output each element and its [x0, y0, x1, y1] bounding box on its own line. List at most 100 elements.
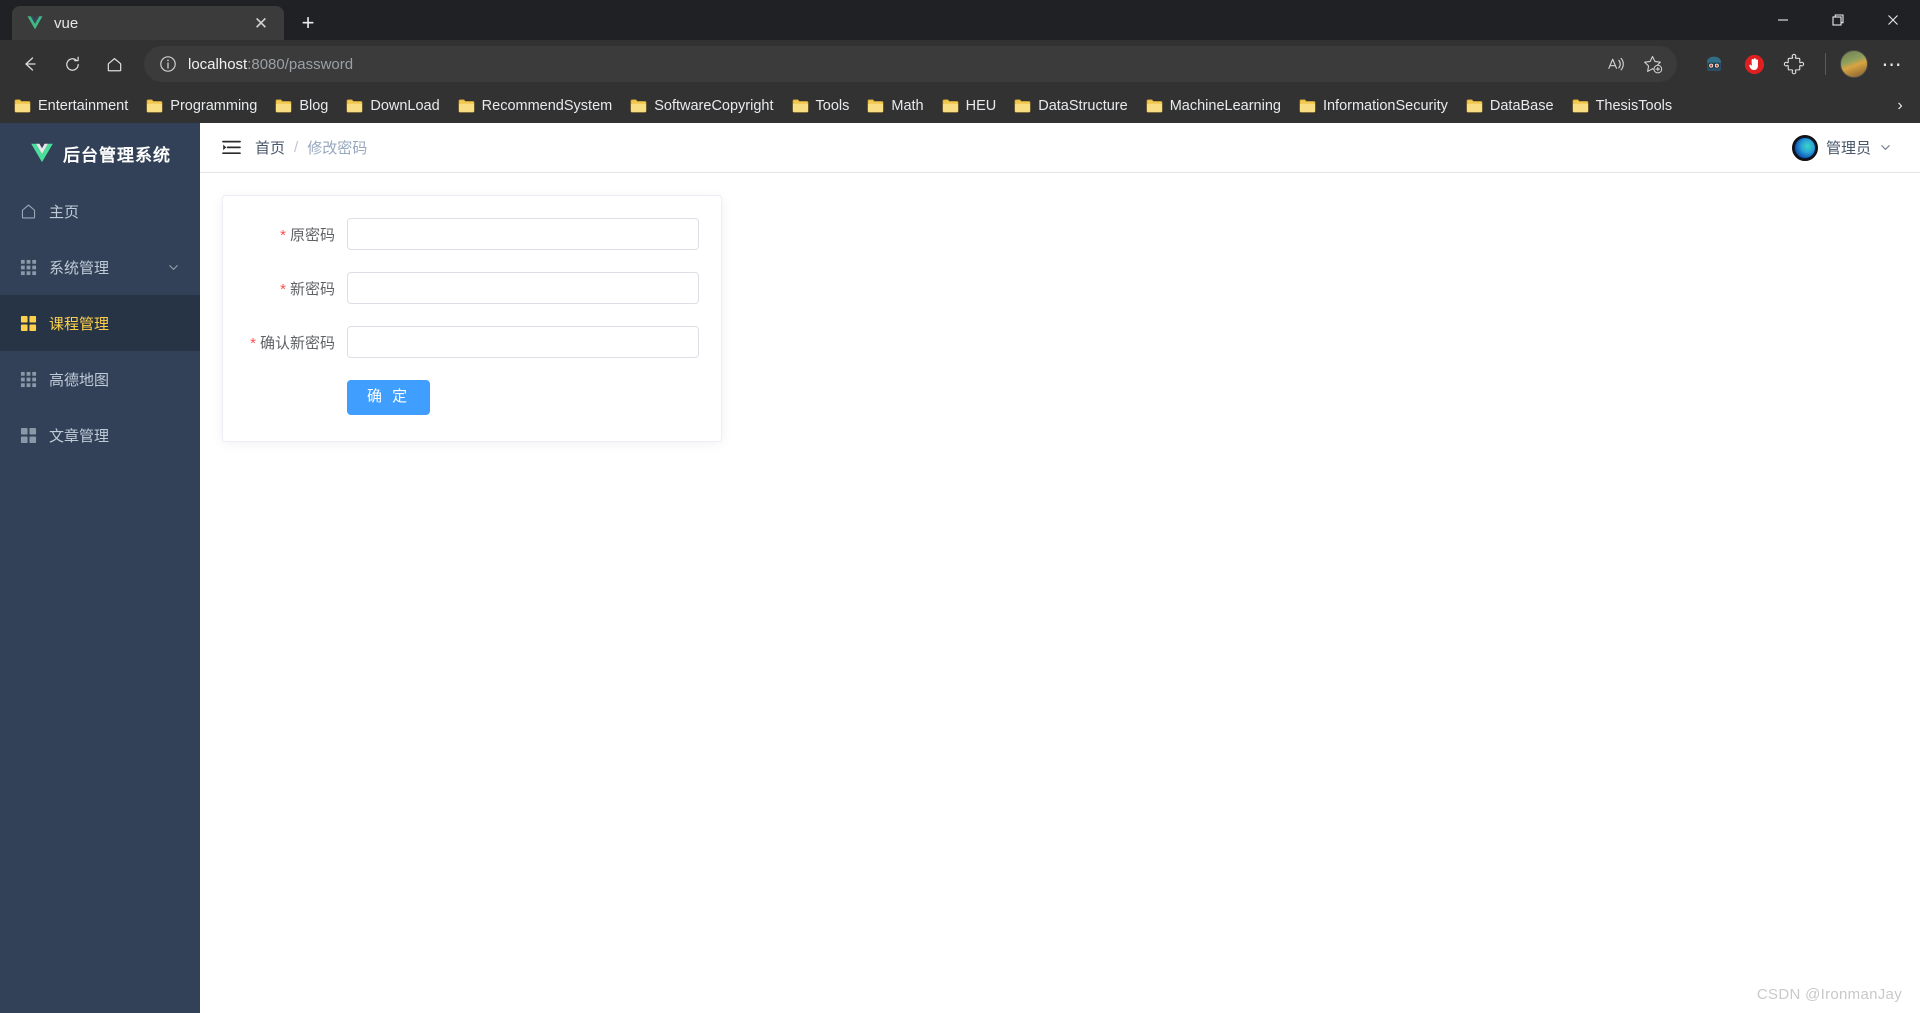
- refresh-icon[interactable]: [52, 46, 92, 82]
- restore-icon[interactable]: [1810, 0, 1865, 40]
- label-text: 确认新密码: [259, 334, 335, 352]
- sidebar-item-course-management[interactable]: 课程管理: [0, 295, 200, 351]
- browser-window: vue ✕ + localhost:8080/password ⋯ Entert…: [0, 0, 1920, 1013]
- toolbar-divider: [1825, 53, 1826, 75]
- folder-icon: [942, 98, 959, 113]
- home-outline-icon: [20, 203, 37, 220]
- extensions-puzzle-icon[interactable]: [1777, 47, 1811, 81]
- bookmark-item[interactable]: Tools: [784, 94, 858, 118]
- bookmark-item[interactable]: MachineLearning: [1138, 94, 1289, 118]
- minimize-icon[interactable]: [1755, 0, 1810, 40]
- sidebar-item-article-management[interactable]: 文章管理: [0, 407, 200, 463]
- new-tab-button[interactable]: +: [290, 6, 326, 40]
- field-label-new-password: * 新密码: [245, 278, 347, 299]
- folder-icon: [1572, 98, 1589, 113]
- bookmark-label: ThesisTools: [1595, 97, 1673, 114]
- sidebar-brand[interactable]: 后台管理系统: [0, 123, 200, 183]
- vue-logo-icon: [29, 142, 55, 164]
- home-icon[interactable]: [94, 46, 134, 82]
- bookmark-item[interactable]: Programming: [138, 94, 265, 118]
- bookmark-item[interactable]: InformationSecurity: [1291, 94, 1456, 118]
- folder-icon: [1466, 98, 1483, 113]
- brand-title: 后台管理系统: [63, 145, 171, 165]
- settings-more-icon[interactable]: ⋯: [1874, 47, 1910, 81]
- topbar: 首页 / 修改密码 管理员: [200, 123, 1920, 173]
- bookmark-item[interactable]: RecommendSystem: [450, 94, 621, 118]
- sidebar: 后台管理系统 主页 系统管理 课程管理 高德地图 文章管理: [0, 123, 200, 1013]
- bookmark-label: Math: [891, 97, 924, 114]
- old-password-input[interactable]: [347, 218, 699, 250]
- close-window-icon[interactable]: [1865, 0, 1920, 40]
- bookmarks-bar: Entertainment Programming Blog DownLoad …: [0, 88, 1920, 123]
- url-host: localhost: [188, 55, 248, 73]
- bookmark-label: Blog: [299, 97, 329, 114]
- bookmark-item[interactable]: DownLoad: [338, 94, 447, 118]
- close-icon[interactable]: ✕: [248, 10, 274, 36]
- new-password-input[interactable]: [347, 272, 699, 304]
- url-path: :8080/password: [247, 55, 354, 73]
- bookmark-item[interactable]: Math: [859, 94, 931, 118]
- label-text: 新密码: [289, 280, 335, 298]
- submit-button[interactable]: 确 定: [347, 380, 431, 415]
- back-arrow-icon[interactable]: [10, 46, 50, 82]
- sidebar-item-system-management[interactable]: 系统管理: [0, 239, 200, 295]
- folder-icon: [275, 98, 292, 113]
- user-name: 管理员: [1825, 140, 1871, 157]
- page-body: * 原密码 * 新密码 * 确认新密码 确 定 CSDN @IronmanJay: [200, 173, 1920, 1013]
- bookmark-item[interactable]: ThesisTools: [1564, 94, 1681, 118]
- adblock-stop-icon[interactable]: [1737, 47, 1771, 81]
- read-aloud-icon[interactable]: [1599, 47, 1633, 81]
- extension-character-icon[interactable]: [1697, 47, 1731, 81]
- folder-icon: [792, 98, 809, 113]
- breadcrumb: 首页 / 修改密码: [255, 137, 367, 158]
- watermark: CSDN @IronmanJay: [1756, 986, 1902, 1003]
- bookmark-item[interactable]: DataStructure: [1006, 94, 1135, 118]
- app-container: 后台管理系统 主页 系统管理 课程管理 高德地图 文章管理 首页 / 修改密码 …: [0, 123, 1920, 1013]
- required-asterisk: *: [250, 334, 256, 352]
- profile-avatar-icon[interactable]: [1840, 50, 1868, 78]
- folder-icon: [1299, 98, 1316, 113]
- breadcrumb-current: 修改密码: [307, 140, 368, 157]
- bookmarks-overflow-icon[interactable]: ›: [1884, 88, 1916, 123]
- form-row-new-password: * 新密码: [245, 272, 699, 304]
- label-text: 原密码: [289, 226, 335, 244]
- required-asterisk: *: [280, 226, 286, 244]
- hamburger-icon[interactable]: [222, 140, 241, 155]
- url-text[interactable]: localhost:8080/password: [188, 56, 1589, 73]
- browser-titlebar: vue ✕ +: [0, 0, 1920, 40]
- address-bar[interactable]: localhost:8080/password: [144, 46, 1677, 82]
- bookmark-item[interactable]: Blog: [267, 94, 336, 118]
- field-label-confirm-password: * 确认新密码: [245, 332, 347, 353]
- window-controls: [1755, 0, 1920, 40]
- chevron-down-icon[interactable]: [1879, 141, 1892, 154]
- breadcrumb-separator: /: [294, 139, 299, 156]
- add-favorite-icon[interactable]: [1635, 47, 1669, 81]
- confirm-password-input[interactable]: [347, 326, 699, 358]
- bookmark-label: HEU: [965, 97, 997, 114]
- bookmark-item[interactable]: DataBase: [1458, 94, 1562, 118]
- four-squares-icon: [20, 427, 37, 444]
- bookmark-label: InformationSecurity: [1322, 97, 1448, 114]
- info-circle-icon[interactable]: [158, 54, 178, 74]
- grid-icon: [20, 259, 37, 276]
- browser-tab[interactable]: vue ✕: [12, 6, 284, 40]
- bookmark-item[interactable]: Entertainment: [6, 94, 136, 118]
- bookmark-item[interactable]: HEU: [934, 94, 1005, 118]
- bookmark-label: DownLoad: [370, 97, 440, 114]
- chevron-down-icon[interactable]: [167, 261, 180, 274]
- bookmark-item[interactable]: SoftwareCopyright: [622, 94, 781, 118]
- folder-icon: [1146, 98, 1163, 113]
- folder-icon: [346, 98, 363, 113]
- breadcrumb-home[interactable]: 首页: [255, 137, 285, 158]
- user-menu[interactable]: 管理员: [1791, 134, 1898, 161]
- sidebar-item-home[interactable]: 主页: [0, 183, 200, 239]
- folder-icon: [14, 98, 31, 113]
- sidebar-menu: 主页 系统管理 课程管理 高德地图 文章管理: [0, 183, 200, 463]
- form-actions: 确 定: [245, 380, 699, 415]
- bookmark-label: Tools: [815, 97, 850, 114]
- bookmark-label: DataBase: [1489, 97, 1554, 114]
- bookmark-label: SoftwareCopyright: [654, 97, 774, 114]
- bookmark-label: Entertainment: [38, 97, 129, 114]
- sidebar-item-amap[interactable]: 高德地图: [0, 351, 200, 407]
- four-squares-icon: [20, 315, 37, 332]
